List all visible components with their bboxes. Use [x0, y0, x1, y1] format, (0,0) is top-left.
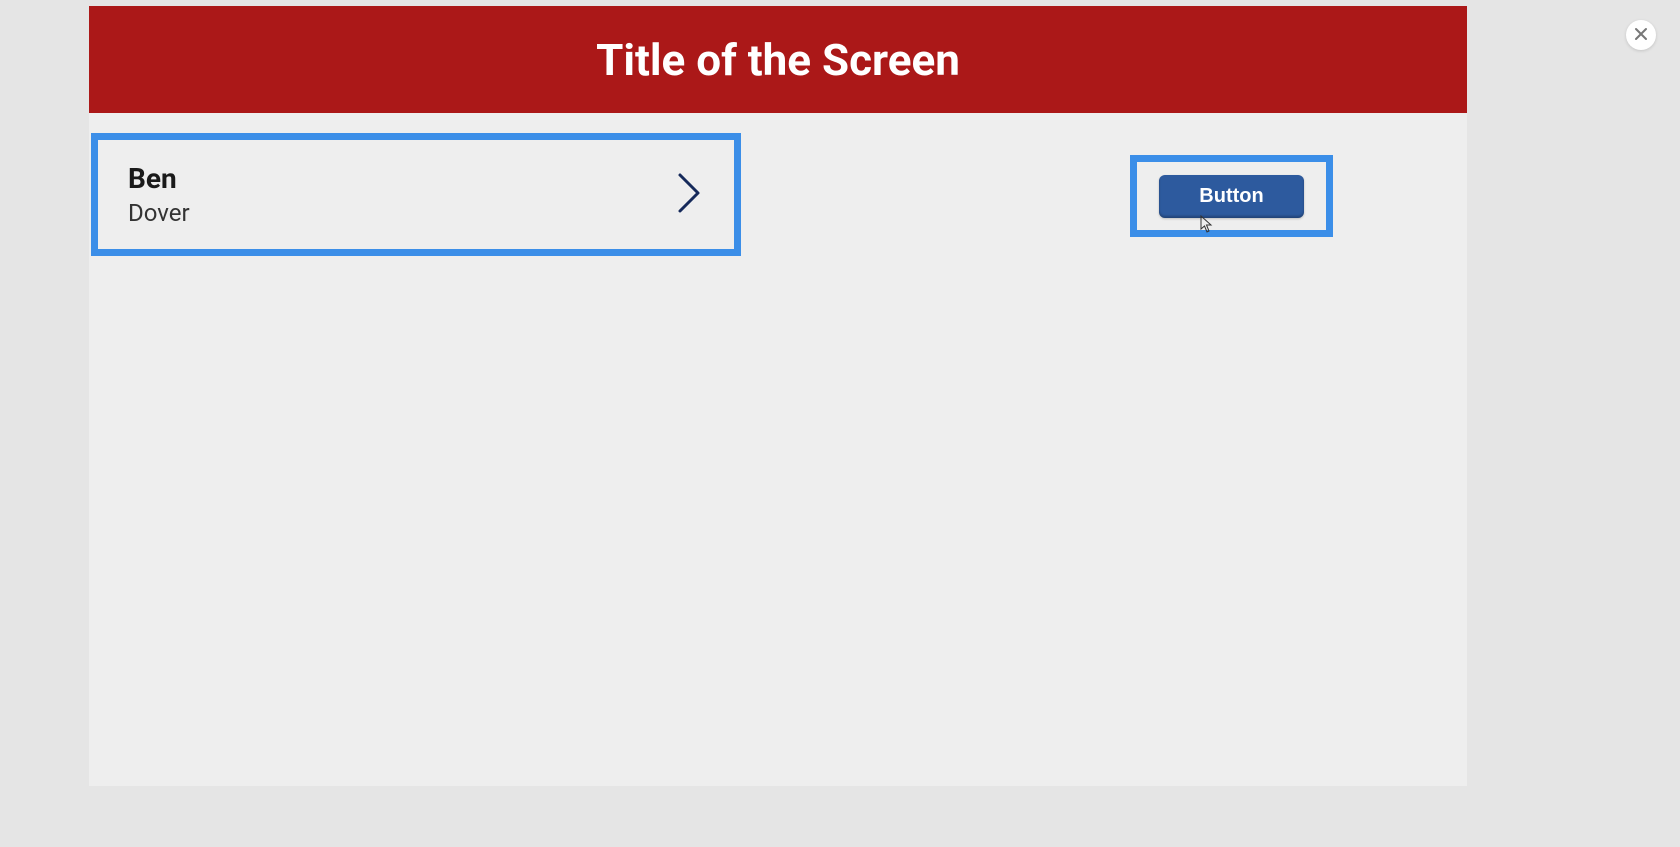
screen-title: Title of the Screen	[596, 34, 960, 86]
chevron-right-icon	[676, 171, 704, 219]
content-area: Ben Dover Button	[89, 113, 1467, 133]
list-item-title: Ben	[128, 162, 190, 195]
close-button[interactable]	[1626, 20, 1656, 50]
list-item-card[interactable]: Ben Dover	[91, 133, 741, 256]
title-bar: Title of the Screen	[89, 6, 1467, 113]
close-icon	[1634, 27, 1648, 44]
list-item-text: Ben Dover	[128, 162, 190, 227]
action-button[interactable]: Button	[1159, 175, 1303, 218]
list-item-subtitle: Dover	[128, 199, 190, 227]
button-highlight-frame: Button	[1130, 155, 1333, 237]
screen-container: Title of the Screen Ben Dover Button	[89, 6, 1467, 786]
